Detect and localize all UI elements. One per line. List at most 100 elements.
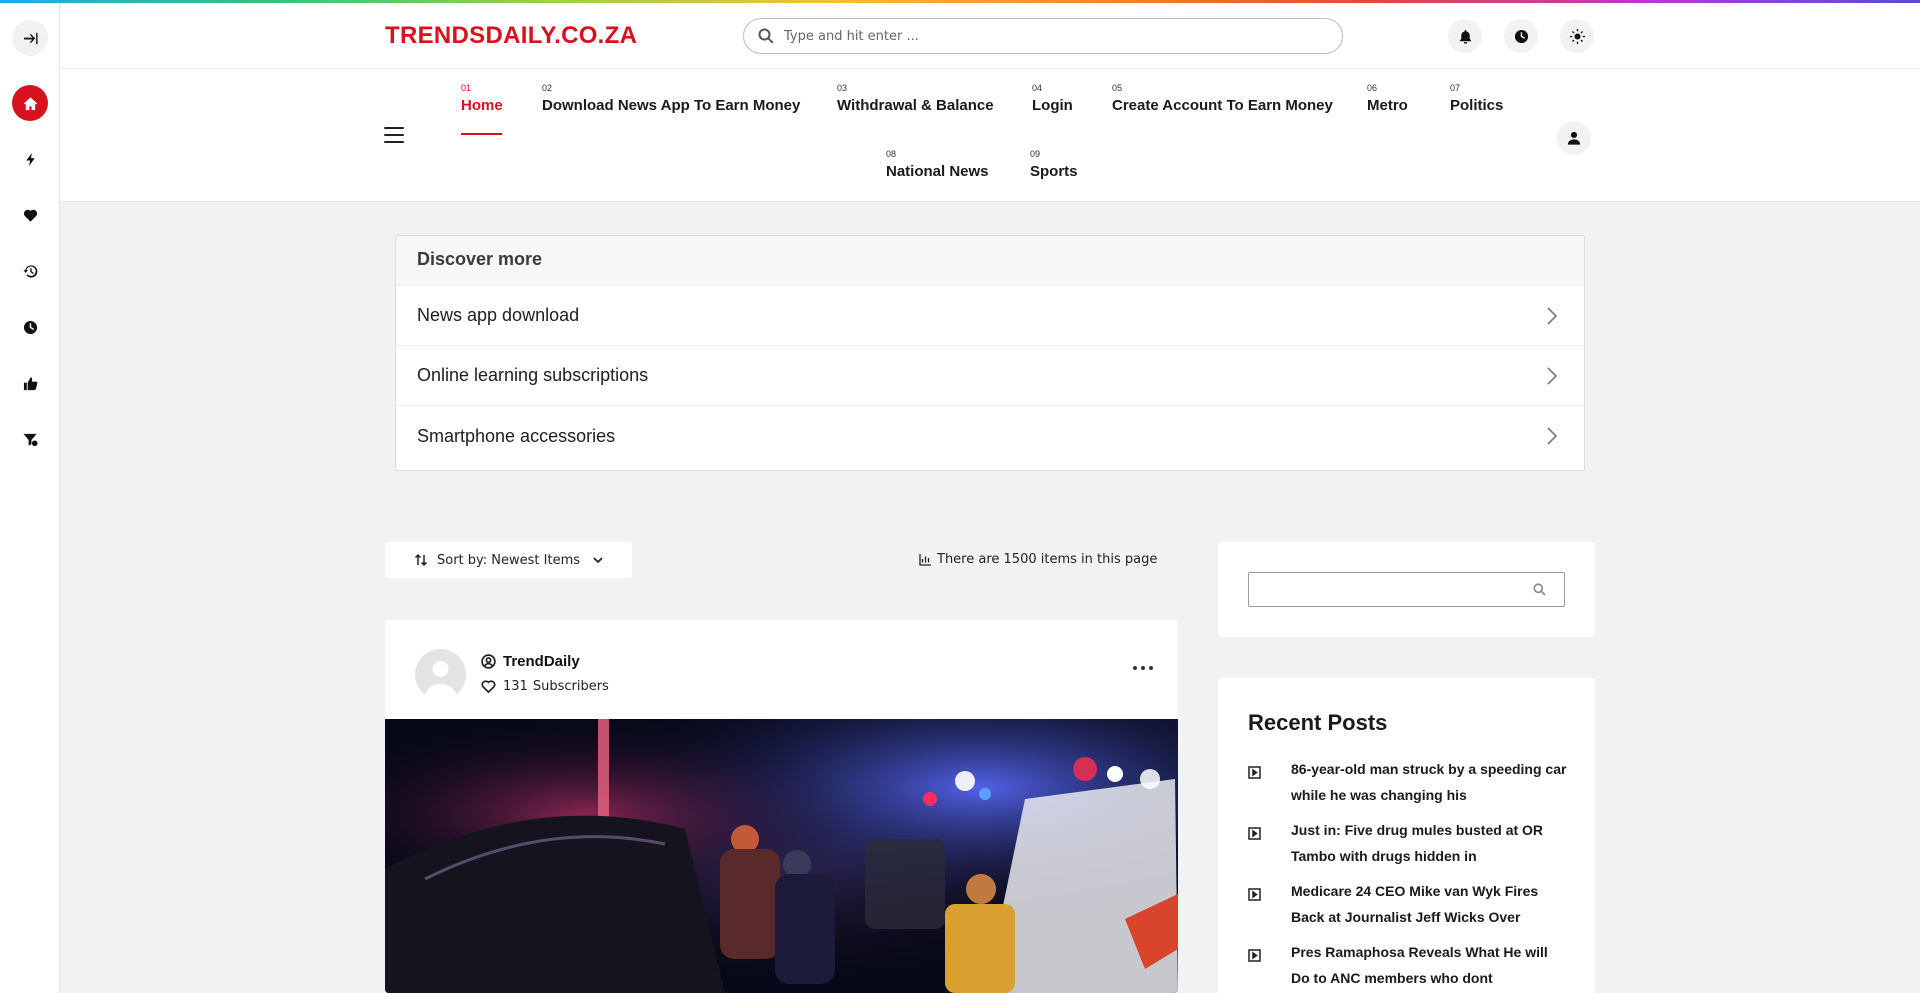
nav-number: 05 [1112,83,1123,93]
clock-icon [23,320,37,334]
recent-posts-widget: Recent Posts 86-year-old man struck by a… [1218,678,1595,993]
rail-favorites-button[interactable] [12,197,48,233]
main-navigation: 01 Home 02 Download News App To Earn Mon… [60,69,1920,202]
rail-liked-button[interactable] [12,365,48,401]
header-search-input[interactable] [784,28,1304,44]
post-featured-image[interactable] [385,719,1178,993]
thumbs-up-icon [23,376,37,390]
play-square-icon [1248,827,1261,840]
user-placeholder-icon [424,661,457,700]
items-count: There are 1500 items in this page [919,552,1157,567]
post-card: TrendDaily 131 Subscribers [385,620,1178,993]
author-name: TrendDaily [503,653,580,670]
discover-title: Discover more [396,236,1584,286]
recent-posts-list: 86-year-old man struck by a speeding car… [1248,761,1568,993]
header-top-row: TRENDSDAILY.CO.ZA [60,3,1920,69]
site-logo[interactable]: TRENDSDAILY.CO.ZA [385,22,637,50]
dot [1141,666,1145,670]
nav-item-withdrawal[interactable]: 03 Withdrawal & Balance [837,83,994,114]
nav-item-politics[interactable]: 07 Politics [1450,83,1503,114]
nav-number: 02 [542,83,553,93]
nav-label: Sports [1030,163,1078,180]
recent-post-item[interactable]: 86-year-old man struck by a speeding car… [1248,761,1568,823]
play-square-icon [1248,949,1261,962]
recent-posts-title: Recent Posts [1248,710,1388,735]
filter-icon [22,433,38,446]
play-square-icon [1248,766,1261,779]
post-more-options-button[interactable] [1133,666,1153,672]
discover-item[interactable]: News app download [396,286,1584,346]
sidebar-search-widget [1218,542,1595,637]
discover-item-label: Online learning subscriptions [417,365,649,385]
accident-scene-image [385,719,1178,993]
user-icon [1567,131,1581,145]
sun-icon [1569,28,1585,44]
recent-post-item[interactable]: Just in: Five drug mules busted at OR Ta… [1248,822,1568,884]
menu-button[interactable] [384,127,404,143]
sidebar-search-field[interactable] [1248,572,1565,607]
rail-toggle-button[interactable] [12,20,48,56]
nav-number: 09 [1030,149,1041,159]
chevron-right-icon [1547,306,1558,325]
bell-icon [1459,29,1471,44]
menu-line [384,134,404,136]
play-square-icon [1248,888,1261,901]
chevron-right-icon [1547,366,1558,385]
nav-item-home[interactable]: 01 Home [461,83,503,135]
sort-icon [414,553,428,567]
search-icon[interactable] [1533,583,1546,596]
rail-history-button[interactable] [12,253,48,289]
nav-label: Create Account To Earn Money [1112,97,1333,114]
user-account-button[interactable] [1557,121,1591,155]
nav-number: 07 [1450,83,1461,93]
discover-item-label: News app download [417,305,580,325]
nav-item-sports[interactable]: 09 Sports [1030,149,1078,180]
theme-toggle-button[interactable] [1560,19,1594,53]
nav-item-download-app[interactable]: 02 Download News App To Earn Money [542,83,800,114]
recent-post-title: 86-year-old man struck by a speeding car… [1291,761,1567,803]
search-icon [758,28,774,44]
discover-more-panel: Discover more News app download Online l… [395,235,1585,471]
header-search[interactable] [743,18,1343,54]
nav-item-national-news[interactable]: 08 National News [886,149,989,180]
recent-post-title: Medicare 24 CEO Mike van Wyk Fires Back … [1291,883,1539,925]
subscribers-label: Subscribers [532,679,609,694]
nav-number: 06 [1367,83,1378,93]
dot [1149,666,1153,670]
discover-item[interactable]: Smartphone accessories [396,406,1584,466]
chevron-down-icon [593,557,603,564]
discover-item[interactable]: Online learning subscriptions [396,346,1584,406]
nav-item-login[interactable]: 04 Login [1032,83,1073,114]
menu-line [384,127,404,129]
exit-toggle-icon [23,32,38,44]
dot [1133,666,1137,670]
notifications-button[interactable] [1448,19,1482,53]
items-count-text: There are 1500 items in this page [937,552,1158,567]
recent-post-item[interactable]: Medicare 24 CEO Mike van Wyk Fires Back … [1248,883,1568,945]
nav-label: Withdrawal & Balance [837,97,994,114]
author-name-link[interactable]: TrendDaily [481,653,580,670]
rail-trending-button[interactable] [12,141,48,177]
rail-home-button[interactable] [12,85,48,121]
site-header: TRENDSDAILY.CO.ZA 01 Home 02 Download Ne [60,3,1920,202]
discover-item-label: Smartphone accessories [417,425,616,446]
sidebar-search-input[interactable] [1249,573,1519,606]
chevron-right-icon [1547,427,1558,445]
rail-recent-button[interactable] [12,309,48,345]
nav-item-create-account[interactable]: 05 Create Account To Earn Money [1112,83,1333,114]
author-avatar[interactable] [415,649,466,700]
nav-label: Politics [1450,97,1504,114]
bolt-icon [25,152,35,166]
nav-label: Home [461,97,503,114]
nav-item-metro[interactable]: 06 Metro [1367,83,1408,114]
nav-number: 08 [886,149,897,159]
user-circle-icon [481,654,496,669]
nav-label: Metro [1367,97,1408,114]
recent-post-item[interactable]: Pres Ramaphosa Reveals What He will Do t… [1248,944,1568,993]
heart-outline-icon [481,680,496,694]
subscribers-count: 131 [503,679,528,694]
history-header-button[interactable] [1504,19,1538,53]
heart-icon [23,209,37,222]
rail-filter-button[interactable] [12,421,48,457]
sort-dropdown[interactable]: Sort by: Newest Items [385,542,632,578]
